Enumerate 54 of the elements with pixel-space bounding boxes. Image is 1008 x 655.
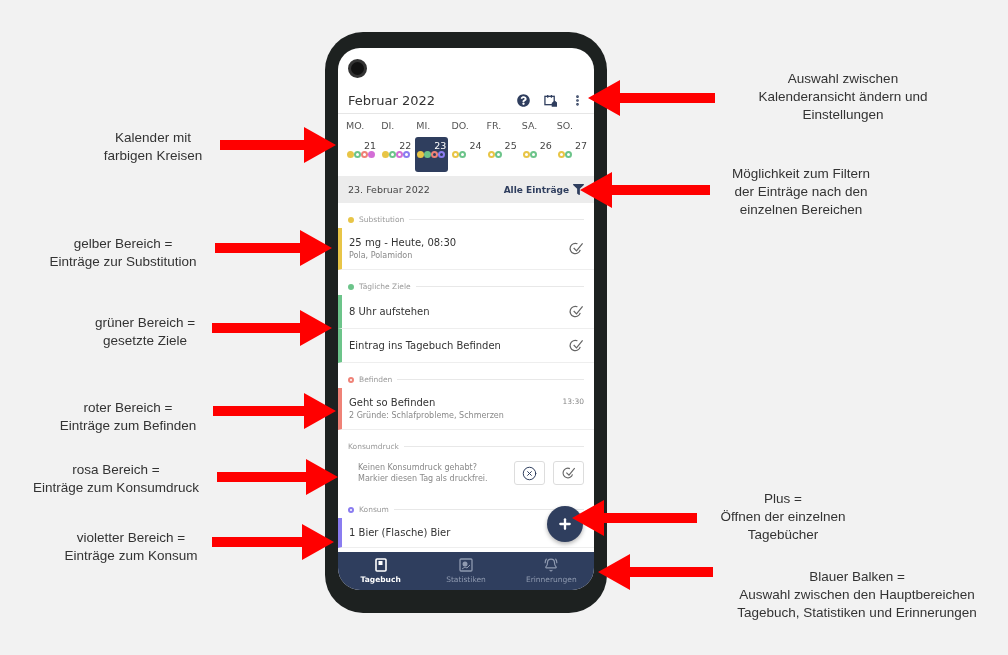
weekday-label: SA. bbox=[520, 120, 539, 133]
entry-subtitle: 2 Gründe: Schlafprobleme, Schmerzen bbox=[349, 411, 505, 420]
calendar-day[interactable]: 22 bbox=[380, 137, 414, 172]
help-icon[interactable] bbox=[517, 94, 530, 107]
calendar-day[interactable]: 24 bbox=[450, 137, 484, 172]
weekday-label: FR. bbox=[485, 120, 503, 133]
entry-row[interactable]: 8 Uhr aufstehen bbox=[338, 295, 594, 329]
filter-button[interactable]: Alle Einträge bbox=[503, 184, 584, 195]
annotation-text: grüner Bereich = gesetzte Ziele bbox=[94, 314, 196, 350]
chart-icon bbox=[459, 558, 473, 572]
filter-icon bbox=[573, 184, 584, 195]
check-circle-icon bbox=[569, 241, 584, 256]
annotation-text: Möglichkeit zum Filtern der Einträge nach den einzelnen Bereichen bbox=[732, 165, 870, 219]
check-circle-icon bbox=[569, 304, 584, 319]
weekday-label: MI. bbox=[415, 120, 432, 133]
entry-title: Eintrag ins Tagebuch Befinden bbox=[349, 340, 502, 351]
entry-title: Geht so Befinden bbox=[349, 397, 437, 408]
annotation-text: rosa Bereich = Einträge zum Konsumdruck bbox=[33, 461, 199, 497]
annotation-text: gelber Bereich = Einträge zur Substitution bbox=[49, 235, 197, 271]
confirm-button[interactable] bbox=[553, 461, 584, 485]
annotation-text: roter Bereich = Einträge zum Befinden bbox=[59, 399, 197, 435]
close-circle-icon bbox=[522, 465, 537, 481]
annotation-text: Blauer Balken = Auswahl zwischen den Hauptbereichen Tagebuch, Statistiken und Erinnerungen bbox=[737, 568, 977, 622]
weekday-label: DO. bbox=[450, 120, 470, 133]
entry-row[interactable]: 25 mg - Heute, 08:30 Pola, Polamidon bbox=[338, 228, 594, 270]
calendar-day[interactable]: 25 bbox=[485, 137, 519, 172]
book-icon bbox=[374, 558, 387, 572]
add-button[interactable] bbox=[547, 506, 583, 542]
weekday-label: DI. bbox=[380, 120, 396, 133]
bell-icon bbox=[544, 558, 559, 572]
prompt-text: Keinen Konsumdruck gehabt? Markier diesen Tag als druckfrei. bbox=[358, 461, 489, 485]
annotation-text: violetter Bereich = Einträge zum Konsum bbox=[64, 529, 198, 565]
weekday-label: SO. bbox=[555, 120, 574, 133]
check-circle-icon bbox=[569, 338, 584, 353]
calendar-day[interactable]: 23 bbox=[415, 137, 449, 172]
entry-title: 1 Bier (Flasche) Bier bbox=[349, 527, 452, 538]
calendar-day[interactable]: 21 bbox=[345, 137, 379, 172]
entry-title: 25 mg - Heute, 08:30 bbox=[349, 237, 458, 248]
entry-title: 8 Uhr aufstehen bbox=[349, 306, 431, 317]
plus-icon bbox=[557, 516, 573, 532]
calendar-icon[interactable] bbox=[544, 94, 557, 107]
entry-row[interactable]: Eintrag ins Tagebuch Befinden bbox=[338, 329, 594, 363]
camera-icon bbox=[348, 58, 367, 78]
weekday-label: MO. bbox=[345, 120, 366, 133]
date-text: 23. Februar 2022 bbox=[348, 184, 431, 195]
annotation-text: Plus = Öffnen der einzelnen Tagebücher bbox=[720, 490, 846, 544]
entry-subtitle: Pola, Polamidon bbox=[349, 251, 414, 260]
check-circle-icon bbox=[561, 466, 576, 480]
dismiss-button[interactable] bbox=[514, 461, 545, 485]
annotation-text: Auswahl zwischen Kalenderansicht ändern und Einstellungen bbox=[758, 70, 928, 124]
calendar-day[interactable]: 26 bbox=[520, 137, 554, 172]
annotation-text: Kalender mit farbigen Kreisen bbox=[103, 129, 203, 165]
calendar-day[interactable]: 27 bbox=[555, 137, 589, 172]
month-title: Februar 2022 bbox=[348, 93, 437, 108]
